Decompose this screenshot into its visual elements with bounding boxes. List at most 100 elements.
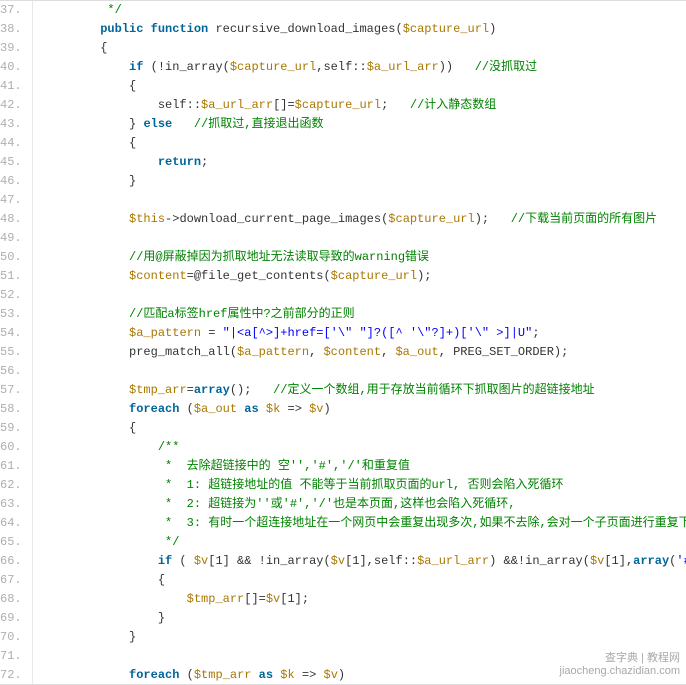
token-var: $a_pattern	[129, 326, 201, 340]
code-line: 49.	[0, 229, 686, 248]
token-str: "|<a[^>]+href=['\" "]?([^ '\"?]+)['\" >]…	[223, 326, 533, 340]
code-content: preg_match_all($a_pattern, $content, $a_…	[32, 343, 686, 362]
code-line: 58. foreach ($a_out as $k => $v)	[0, 400, 686, 419]
code-line: 50. //用@屏蔽掉因为抓取地址无法读取导致的warning错误	[0, 248, 686, 267]
line-number: 37.	[0, 1, 32, 20]
code-line: 69. }	[0, 609, 686, 628]
token-plain	[43, 364, 50, 378]
line-number: 56.	[0, 362, 32, 381]
code-line: 65. */	[0, 533, 686, 552]
token-var: $content	[323, 345, 381, 359]
code-line: 43. } else //抓取过,直接退出函数	[0, 115, 686, 134]
code-content: $a_pattern = "|<a[^>]+href=['\" "]?([^ '…	[32, 324, 686, 343]
token-var: $a_url_arr	[417, 554, 489, 568]
code-line: 64. * 3: 有时一个超连接地址在一个网页中会重复出现多次,如果不去除,会对…	[0, 514, 686, 533]
token-plain: {	[43, 41, 108, 55]
code-content: {	[32, 419, 686, 438]
code-content: {	[32, 134, 686, 153]
token-kw: function	[151, 22, 209, 36]
code-line: 47.	[0, 191, 686, 210]
token-plain: , PREG_SET_ORDER);	[439, 345, 569, 359]
token-plain	[251, 668, 258, 682]
token-plain: [1];	[280, 592, 309, 606]
line-number: 48.	[0, 210, 32, 229]
line-number: 61.	[0, 457, 32, 476]
token-plain	[172, 117, 194, 131]
code-line: 56.	[0, 362, 686, 381]
token-cm: //计入静态数组	[410, 98, 496, 112]
line-number: 67.	[0, 571, 32, 590]
token-var: $v	[266, 592, 280, 606]
token-plain: ->download_current_page_images(	[165, 212, 388, 226]
line-number: 44.	[0, 134, 32, 153]
token-plain: );	[417, 269, 431, 283]
line-number: 70.	[0, 628, 32, 647]
code-line: 68. $tmp_arr[]=$v[1];	[0, 590, 686, 609]
token-plain: ();	[230, 383, 273, 397]
code-line: 52.	[0, 286, 686, 305]
line-number: 40.	[0, 58, 32, 77]
code-line: 53. //匹配a标签href属性中?之前部分的正则	[0, 305, 686, 324]
token-cm: //抓取过,直接退出函数	[194, 117, 324, 131]
line-number: 60.	[0, 438, 32, 457]
token-plain: [1],	[604, 554, 633, 568]
code-content: }	[32, 609, 686, 628]
token-var: $k	[266, 402, 280, 416]
token-kw: else	[143, 117, 172, 131]
line-number: 50.	[0, 248, 32, 267]
token-plain: ,	[381, 345, 395, 359]
line-number: 49.	[0, 229, 32, 248]
token-var: $a_url_arr	[367, 60, 439, 74]
line-number: 62.	[0, 476, 32, 495]
token-plain	[43, 212, 129, 226]
line-number: 47.	[0, 191, 32, 210]
token-kw: foreach	[129, 668, 179, 682]
code-content: $content=@file_get_contents($capture_url…	[32, 267, 686, 286]
token-plain: {	[43, 136, 137, 150]
token-plain: ;	[201, 155, 208, 169]
code-content: * 2: 超链接为''或'#','/'也是本页面,这样也会陷入死循环,	[32, 495, 686, 514]
token-cm: /**	[158, 440, 180, 454]
line-number: 72.	[0, 666, 32, 685]
token-plain: =>	[295, 668, 324, 682]
token-plain: );	[475, 212, 511, 226]
token-plain	[43, 193, 50, 207]
code-line: 42. self::$a_url_arr[]=$capture_url; //计…	[0, 96, 686, 115]
token-plain: =@	[187, 269, 201, 283]
code-line: 57. $tmp_arr=array(); //定义一个数组,用于存放当前循环下…	[0, 381, 686, 400]
token-plain: self::	[43, 98, 201, 112]
token-plain: =	[187, 383, 194, 397]
token-kw: if	[158, 554, 172, 568]
code-content: } else //抓取过,直接退出函数	[32, 115, 686, 134]
token-plain: [1] && !in_array(	[208, 554, 330, 568]
code-content: return;	[32, 153, 686, 172]
token-var: $capture_url	[230, 60, 316, 74]
code-line: 46. }	[0, 172, 686, 191]
token-plain: recursive_download_images(	[208, 22, 402, 36]
token-plain	[43, 269, 129, 283]
token-plain: (	[179, 668, 193, 682]
code-content: {	[32, 39, 686, 58]
token-cm: //下载当前页面的所有图片	[511, 212, 657, 226]
token-plain	[259, 402, 266, 416]
token-cm: //定义一个数组,用于存放当前循环下抓取图片的超链接地址	[273, 383, 595, 397]
token-plain: (	[172, 554, 194, 568]
code-content	[32, 286, 686, 305]
token-plain: }	[43, 117, 144, 131]
token-var: $capture_url	[403, 22, 489, 36]
token-plain	[43, 649, 50, 663]
token-fn: file_get_contents	[201, 269, 323, 283]
token-kw: as	[244, 402, 258, 416]
token-plain: }	[43, 630, 137, 644]
code-line: 62. * 1: 超链接地址的值 不能等于当前抓取页面的url, 否则会陷入死循…	[0, 476, 686, 495]
token-cm: */	[43, 3, 122, 17]
token-cm: //用@屏蔽掉因为抓取地址无法读取导致的warning错误	[129, 250, 429, 264]
line-number: 42.	[0, 96, 32, 115]
token-var: $a_out	[395, 345, 438, 359]
token-cm: * 3: 有时一个超连接地址在一个网页中会重复出现多次,如果不去除,会对一个子页…	[43, 516, 686, 530]
token-plain: {	[43, 421, 137, 435]
code-line: 70. }	[0, 628, 686, 647]
token-plain	[43, 60, 129, 74]
code-content	[32, 229, 686, 248]
token-kw: public	[100, 22, 143, 36]
